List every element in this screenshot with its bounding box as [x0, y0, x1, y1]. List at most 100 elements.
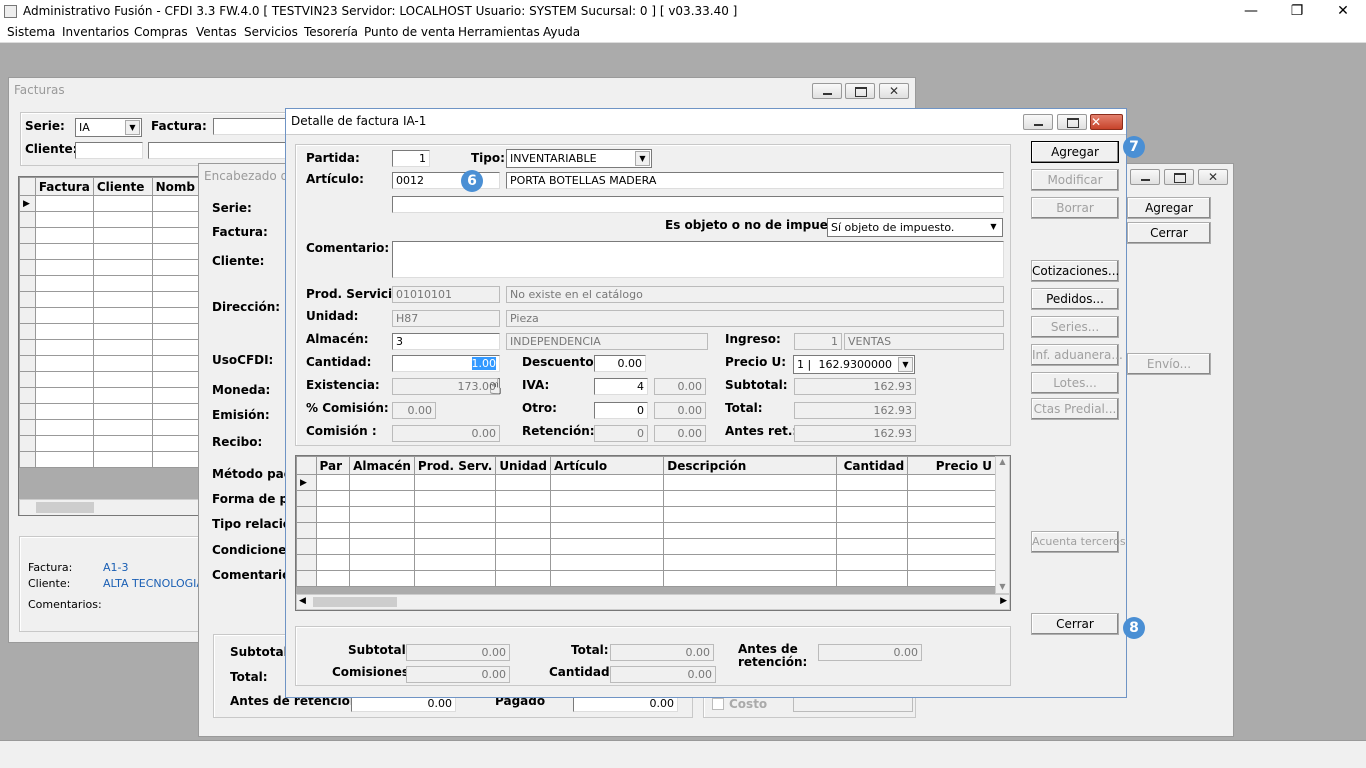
preciou-select[interactable]: 1 | 162.9300000 ▼	[793, 355, 915, 374]
enc-envio-button[interactable]: Envío...	[1127, 353, 1211, 375]
table-cell[interactable]	[151, 195, 199, 212]
menu-punto-de-venta[interactable]: Punto de venta	[364, 25, 455, 39]
retencion-rate-input[interactable]: 0	[594, 425, 648, 442]
maximize-icon[interactable]	[1057, 114, 1087, 130]
ingreso-desc-input[interactable]: VENTAS	[844, 333, 1004, 350]
col-unidad[interactable]: Unidad	[495, 456, 551, 475]
col-precio-u[interactable]: Precio U	[907, 456, 996, 475]
col-nombre[interactable]: Nomb	[151, 177, 199, 196]
sum-subtotal-input[interactable]: 0.00	[406, 644, 510, 661]
minimize-icon[interactable]: —	[1228, 0, 1274, 23]
table-cell[interactable]	[34, 195, 94, 212]
pedidos-button[interactable]: Pedidos...	[1031, 288, 1119, 310]
cliente-name-input[interactable]	[148, 142, 298, 159]
comentario-textarea[interactable]	[392, 241, 1004, 278]
chevron-down-icon[interactable]: ▼	[125, 120, 140, 135]
chevron-up-icon[interactable]: ▲	[996, 457, 1009, 466]
acuenta-terceros-button[interactable]: Acuenta terceros	[1031, 531, 1126, 553]
scroll-thumb[interactable]	[36, 502, 94, 513]
otro-value-input[interactable]: 0.00	[654, 402, 706, 419]
facturas-grid[interactable]: Factura Cliente Nomb ▶	[18, 176, 200, 516]
sum-comisiones-input[interactable]: 0.00	[406, 666, 510, 683]
agregar-button[interactable]: Agregar	[1031, 141, 1119, 163]
horizontal-scrollbar[interactable]	[19, 499, 199, 515]
sum-total-input[interactable]: 0.00	[610, 644, 714, 661]
chevron-down-icon[interactable]: ▼	[996, 582, 1009, 591]
borrar-button[interactable]: Borrar	[1031, 197, 1119, 219]
menu-tesoreria[interactable]: Tesorería	[304, 25, 358, 39]
iva-rate-input[interactable]: 4	[594, 378, 648, 395]
almacen-desc-input[interactable]: INDEPENDENCIA	[506, 333, 708, 350]
chevron-right-icon[interactable]: ▶	[1000, 596, 1007, 606]
comision-input[interactable]: 0.00	[392, 425, 500, 442]
prod-desc-input[interactable]: No existe en el catálogo	[506, 286, 1004, 303]
partida-input[interactable]: 1	[392, 150, 430, 167]
chevron-left-icon[interactable]: ◀	[299, 596, 306, 606]
vertical-scrollbar[interactable]: ▲ ▼	[995, 456, 1010, 594]
maximize-icon[interactable]	[845, 83, 875, 99]
cerrar-button[interactable]: Cerrar	[1031, 613, 1119, 635]
chevron-down-icon[interactable]: ▼	[898, 357, 913, 372]
iva-value-input[interactable]: 0.00	[654, 378, 706, 395]
almacen-code-input[interactable]: 3	[392, 333, 500, 350]
chevron-down-icon[interactable]: ▼	[635, 151, 650, 166]
costo-checkbox[interactable]	[712, 698, 724, 710]
col-cantidad[interactable]: Cantidad	[835, 456, 909, 475]
horizontal-scrollbar[interactable]: ◀ ▶	[296, 594, 1010, 610]
comision-pct-input[interactable]: 0.00	[392, 402, 436, 419]
detalle-grid[interactable]: Par Almacén Prod. Serv. Unidad Artículo …	[295, 455, 1011, 611]
menu-ventas[interactable]: Ventas	[196, 25, 237, 39]
col-almacen[interactable]: Almacén	[349, 456, 415, 475]
unidad-desc-input[interactable]: Pieza	[506, 310, 1004, 327]
sum-antes-input[interactable]: 0.00	[818, 644, 922, 661]
col-par[interactable]: Par	[315, 456, 351, 475]
ingreso-code-input[interactable]: 1	[794, 333, 842, 350]
articulo-desc-input[interactable]: PORTA BOTELLAS MADERA	[506, 172, 1004, 189]
table-cell[interactable]	[315, 474, 351, 491]
objeto-select[interactable]: Sí objeto de impuesto. ▼	[827, 218, 1003, 237]
cliente-input[interactable]	[75, 142, 143, 159]
table-cell[interactable]	[92, 195, 153, 212]
menu-sistema[interactable]: Sistema	[7, 25, 55, 39]
menu-servicios[interactable]: Servicios	[244, 25, 298, 39]
sum-cantidad-input[interactable]: 0.00	[610, 666, 716, 683]
subtotal-input[interactable]: 162.93	[794, 378, 916, 395]
antesret-input[interactable]: 162.93	[794, 425, 916, 442]
minimize-icon[interactable]	[812, 83, 842, 99]
close-icon[interactable]: ✕	[1090, 114, 1123, 130]
total-input[interactable]: 162.93	[794, 402, 916, 419]
descuento-input[interactable]: 0.00	[594, 355, 646, 372]
modificar-button[interactable]: Modificar	[1031, 169, 1119, 191]
cantidad-input[interactable]: 1.00	[392, 355, 500, 372]
col-cliente[interactable]: Cliente	[92, 177, 153, 196]
maximize-icon[interactable]	[1164, 169, 1194, 185]
menu-ayuda[interactable]: Ayuda	[543, 25, 580, 39]
col-descripcion[interactable]: Descripción	[663, 456, 837, 475]
close-icon[interactable]: ✕	[1198, 169, 1228, 185]
menu-herramientas[interactable]: Herramientas	[458, 25, 540, 39]
ctas-predial-button[interactable]: Ctas Predial...	[1031, 398, 1119, 420]
otro-rate-input[interactable]: 0	[594, 402, 648, 419]
articulo-code-input[interactable]: 0012	[392, 172, 500, 189]
tipo-select[interactable]: INVENTARIABLE ▼	[506, 149, 652, 168]
chevron-down-icon[interactable]: ▼	[986, 220, 1001, 235]
menu-inventarios[interactable]: Inventarios	[62, 25, 129, 39]
menu-compras[interactable]: Compras	[134, 25, 188, 39]
minimize-icon[interactable]	[1130, 169, 1160, 185]
col-articulo[interactable]: Artículo	[549, 456, 665, 475]
unidad-code-input[interactable]: H87	[392, 310, 500, 327]
close-icon[interactable]: ✕	[1320, 0, 1366, 23]
enc-cerrar-button[interactable]: Cerrar	[1127, 222, 1211, 244]
scroll-thumb[interactable]	[313, 597, 397, 607]
enc-agregar-button[interactable]: Agregar	[1127, 197, 1211, 219]
prod-code-input[interactable]: 01010101	[392, 286, 500, 303]
serie-select[interactable]: IA ▼	[75, 118, 142, 137]
minimize-icon[interactable]	[1023, 114, 1053, 130]
inf-aduanera-button[interactable]: Inf. aduanera...	[1031, 344, 1123, 366]
series-button[interactable]: Series...	[1031, 316, 1119, 338]
factura-input[interactable]	[213, 118, 293, 135]
maximize-icon[interactable]: ❐	[1274, 0, 1320, 23]
col-prod-serv[interactable]: Prod. Serv.	[413, 456, 497, 475]
articulo-extra-input[interactable]	[392, 196, 1004, 213]
lotes-button[interactable]: Lotes...	[1031, 372, 1119, 394]
